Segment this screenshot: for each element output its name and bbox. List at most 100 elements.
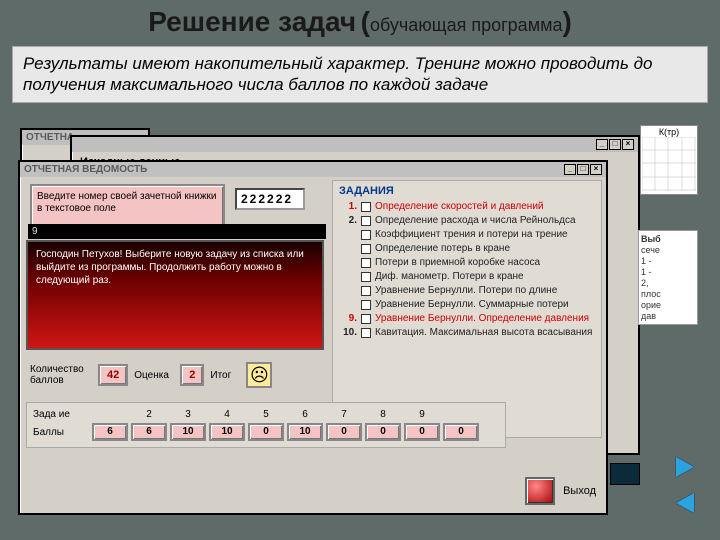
- task-row[interactable]: 1. Определение скоростей и давлений: [339, 201, 595, 212]
- count-value: 42: [98, 364, 128, 386]
- task-label: Определение расхода и числа Рейнольдса: [375, 215, 576, 226]
- table-cell: 0: [365, 423, 401, 441]
- report-title: ОТЧЕТНАЯ ВЕДОМОСТЬ: [24, 164, 147, 175]
- exit-area: Выход: [525, 477, 596, 505]
- prompt-text: Введите номер своей зачетной книжки в те…: [37, 191, 217, 214]
- grid-icon: [642, 137, 696, 191]
- task-checkbox[interactable]: [361, 286, 371, 296]
- task-checkbox[interactable]: [361, 230, 371, 240]
- bgwin1-title: ОТЧЕТНА: [26, 132, 74, 143]
- scores-table: Зада ие23456789Баллы6610100100000: [26, 402, 506, 448]
- task-checkbox[interactable]: [361, 328, 371, 338]
- task-number: 2.: [339, 215, 357, 226]
- table-col-header: 2: [131, 409, 167, 420]
- count-label: Количество баллов: [30, 364, 92, 386]
- task-row[interactable]: Определение потерь в кране: [339, 243, 595, 254]
- task-row[interactable]: Коэффициент трения и потери на трение: [339, 229, 595, 240]
- task-number: 1.: [339, 201, 357, 212]
- face-glyph: ☹: [250, 365, 269, 386]
- task-row[interactable]: Потери в приемной коробке насоса: [339, 257, 595, 268]
- table-col-header: 4: [209, 409, 245, 420]
- task-checkbox[interactable]: [361, 272, 371, 282]
- task-row[interactable]: Уравнение Бернулли. Потери по длине: [339, 285, 595, 296]
- task-row[interactable]: 2. Определение расхода и числа Рейнольдса: [339, 215, 595, 226]
- result-label: Итог: [210, 370, 240, 381]
- message-number: 9: [28, 224, 326, 239]
- task-row[interactable]: 9. Уравнение Бернулли. Определение давлен…: [339, 313, 595, 324]
- score-row: Количество баллов 42 Оценка 2 Итог ☹: [30, 362, 272, 388]
- exit-label: Выход: [563, 485, 596, 497]
- side-list-item: 2,: [641, 278, 695, 288]
- table-cell: 10: [170, 423, 206, 441]
- table-col-header: 5: [248, 409, 284, 420]
- table-col-header: 8: [365, 409, 401, 420]
- side-list-item: дав: [641, 311, 695, 321]
- title-sub: обучающая программа: [370, 15, 563, 35]
- table-cell: 0: [248, 423, 284, 441]
- side-list-item: 1 -: [641, 256, 695, 266]
- nav-next-button[interactable]: [670, 454, 700, 480]
- task-label: Кавитация. Максимальная высота всасывани…: [375, 327, 592, 338]
- task-checkbox[interactable]: [361, 314, 371, 324]
- task-row[interactable]: Диф. манометр. Потери в кране: [339, 271, 595, 282]
- chart-grid: К(тр): [640, 125, 698, 195]
- side-list: Выб сече 1 - 1 - 2, плос орие дав: [638, 230, 698, 325]
- nav-dark-button[interactable]: [610, 463, 640, 485]
- side-list-item: плос: [641, 289, 695, 299]
- side-list-item: сече: [641, 245, 695, 255]
- task-checkbox[interactable]: [361, 216, 371, 226]
- task-number: 10.: [339, 327, 357, 338]
- message-panel: 9 Господин Петухов! Выберите новую задач…: [26, 240, 324, 350]
- task-number: 9.: [339, 313, 357, 324]
- task-checkbox[interactable]: [361, 244, 371, 254]
- table-col-header: 3: [170, 409, 206, 420]
- task-row[interactable]: 10. Кавитация. Максимальная высота всасыв…: [339, 327, 595, 338]
- close-icon[interactable]: ×: [622, 139, 634, 150]
- bgwin2-titlebar: _ □ ×: [72, 137, 638, 152]
- table-row-label: Зада ие: [33, 409, 89, 420]
- nav-prev-button[interactable]: [670, 490, 700, 516]
- task-label: Потери в приемной коробке насоса: [375, 257, 540, 268]
- arrow-right-icon: [676, 457, 694, 477]
- task-label: Коэффициент трения и потери на трение: [375, 229, 568, 240]
- table-row-label: Баллы: [33, 427, 89, 438]
- table-cell: 0: [443, 423, 479, 441]
- table-cell: 0: [326, 423, 362, 441]
- task-checkbox[interactable]: [361, 258, 371, 268]
- close-icon[interactable]: ×: [590, 164, 602, 175]
- task-checkbox[interactable]: [361, 202, 371, 212]
- arrow-left-icon: [676, 493, 694, 513]
- description-box: Результаты имеют накопительный характер.…: [12, 46, 708, 103]
- table-cell: 6: [131, 423, 167, 441]
- paren-open: (: [361, 6, 370, 37]
- table-cell: 0: [404, 423, 440, 441]
- tasks-panel: ЗАДАНИЯ 1.Определение скоростей и давлен…: [332, 180, 602, 438]
- task-label: Определение скоростей и давлений: [375, 201, 544, 212]
- side-list-header: Выб: [641, 234, 695, 244]
- table-col-header: 6: [287, 409, 323, 420]
- task-checkbox[interactable]: [361, 300, 371, 310]
- table-col-header: 9: [404, 409, 440, 420]
- minimize-icon[interactable]: _: [564, 164, 576, 175]
- page-title: Решение задач (обучающая программа): [0, 6, 720, 38]
- task-label: Определение потерь в кране: [375, 243, 510, 254]
- record-number-input[interactable]: 222222: [235, 188, 305, 210]
- title-main: Решение задач: [148, 6, 356, 37]
- table-cell: 6: [92, 423, 128, 441]
- exit-button[interactable]: [525, 477, 555, 505]
- record-number-value: 222222: [241, 192, 293, 206]
- grade-value: 2: [180, 364, 204, 386]
- report-titlebar[interactable]: ОТЧЕТНАЯ ВЕДОМОСТЬ _ □ ×: [20, 162, 606, 177]
- task-row[interactable]: Уравнение Бернулли. Суммарные потери: [339, 299, 595, 310]
- side-list-item: 1 -: [641, 267, 695, 277]
- maximize-icon[interactable]: □: [577, 164, 589, 175]
- task-label: Уравнение Бернулли. Потери по длине: [375, 285, 557, 296]
- grade-label: Оценка: [134, 370, 174, 381]
- message-text: Господин Петухов! Выберите новую задачу …: [36, 249, 304, 286]
- minimize-icon[interactable]: _: [596, 139, 608, 150]
- result-face-icon: ☹: [246, 362, 272, 388]
- maximize-icon[interactable]: □: [609, 139, 621, 150]
- task-label: Уравнение Бернулли. Определение давления: [375, 313, 589, 324]
- chart-label: К(тр): [642, 127, 696, 137]
- description-text: Результаты имеют накопительный характер.…: [23, 54, 652, 94]
